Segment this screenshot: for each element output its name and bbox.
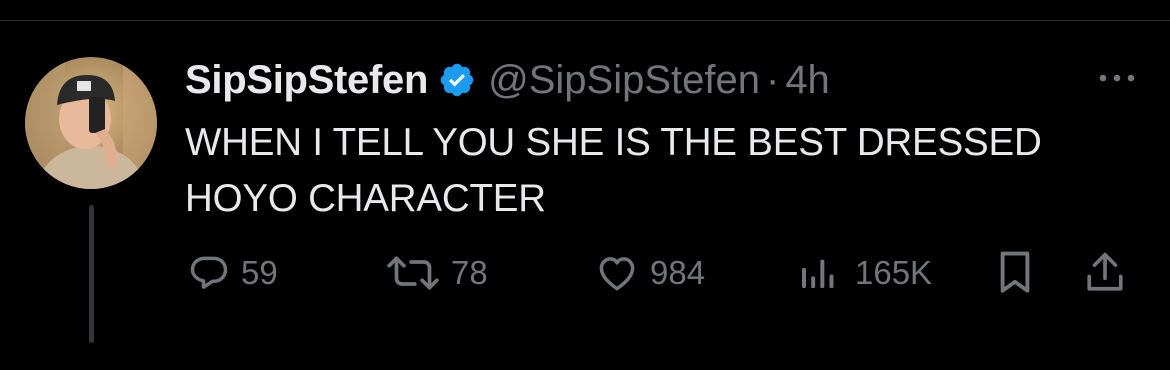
like-count: 984 <box>650 254 706 291</box>
bookmark-icon <box>997 250 1033 296</box>
display-name[interactable]: SipSipStefen <box>185 58 428 103</box>
reply-count: 59 <box>241 254 278 291</box>
more-icon[interactable] <box>1095 64 1139 92</box>
repost-icon <box>383 251 443 295</box>
heart-icon <box>594 251 640 295</box>
divider <box>0 20 1170 21</box>
share-icon <box>1084 250 1126 296</box>
like-button[interactable]: 984 <box>594 248 705 298</box>
views-icon <box>797 251 837 295</box>
avatar[interactable] <box>25 57 157 189</box>
tweet-header: SipSipStefen @SipSipStefen · 4h <box>185 56 830 104</box>
separator-dot: · <box>765 57 780 102</box>
reply-button[interactable]: 59 <box>187 248 278 298</box>
repost-count: 78 <box>451 254 488 291</box>
bookmark-button[interactable] <box>997 248 1033 298</box>
repost-button[interactable]: 78 <box>383 248 488 298</box>
views-button[interactable]: 165K <box>797 248 932 298</box>
handle[interactable]: @SipSipStefen <box>488 58 760 103</box>
timestamp[interactable]: 4h <box>785 58 830 103</box>
views-count: 165K <box>855 254 933 291</box>
tweet[interactable]: SipSipStefen @SipSipStefen · 4h WHEN I T… <box>0 0 1170 370</box>
reply-icon <box>187 251 231 295</box>
action-bar: 59 78 984 165K <box>0 248 1170 298</box>
verified-badge-icon <box>438 61 476 99</box>
tweet-text: WHEN I TELL YOU SHE IS THE BEST DRESSED … <box>185 121 1042 220</box>
share-button[interactable] <box>1084 248 1126 298</box>
